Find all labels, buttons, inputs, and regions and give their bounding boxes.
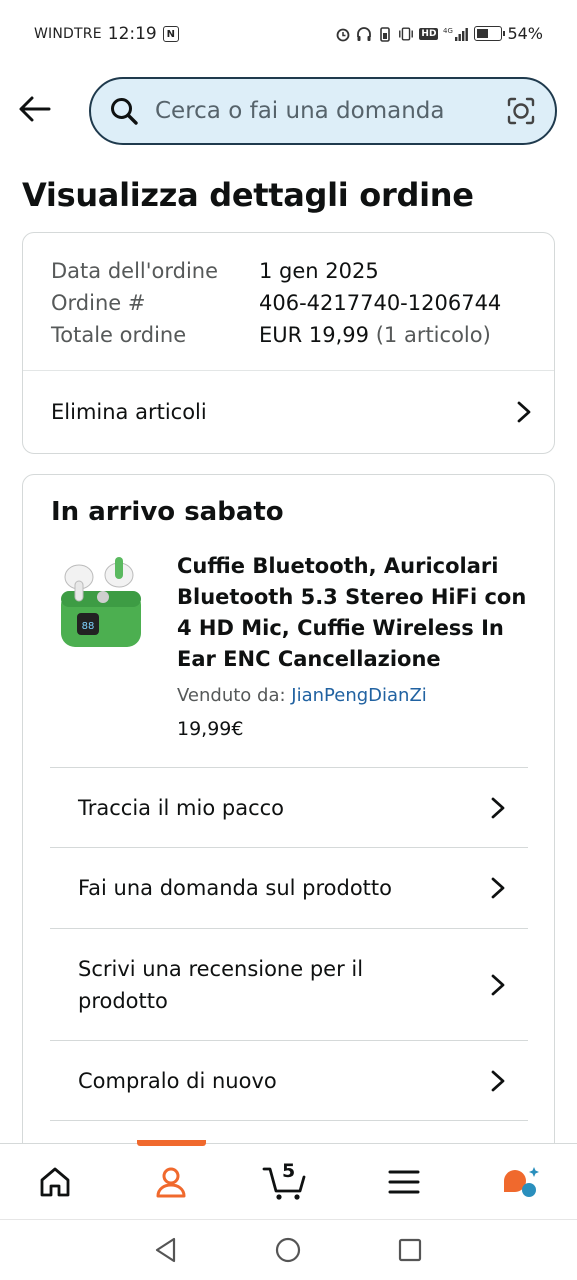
nav-menu[interactable] (382, 1162, 426, 1202)
product-image[interactable]: 88 (53, 551, 149, 655)
order-number-row: Ordine # 406-4217740-1206744 (51, 287, 501, 319)
shipment-card: In arrivo sabato 88 Cuffie Bluetooth, Au… (22, 474, 555, 1164)
nav-cart[interactable]: 5 (262, 1160, 310, 1202)
system-navigation-bar (0, 1219, 577, 1280)
alarm-icon (335, 26, 351, 42)
buy-again-row[interactable]: Compralo di nuovo (50, 1040, 528, 1121)
home-icon (40, 1167, 70, 1197)
buy-again-label: Compralo di nuovo (78, 1068, 277, 1093)
order-total-label: Totale ordine (51, 323, 187, 347)
order-number-value: 406-4217740-1206744 (259, 291, 502, 315)
cart-count: 5 (282, 1160, 296, 1182)
chevron-right-icon (491, 797, 505, 818)
battery-percent: 54% (507, 24, 543, 43)
status-right: HD 4G 54% (335, 24, 543, 43)
ask-question-label: Fai una domanda sul prodotto (78, 876, 392, 900)
home-circle-icon[interactable] (274, 1236, 302, 1264)
shipment-title: In arrivo sabato (51, 497, 284, 527)
product-price: 19,99€ (177, 718, 244, 740)
seller-info: Venduto da: JianPengDianZi (177, 685, 427, 706)
product-title[interactable]: Cuffie Bluetooth, Auricolari Bluetooth 5… (177, 551, 532, 675)
order-summary-card: Data dell'ordine 1 gen 2025 Ordine # 406… (22, 232, 555, 454)
order-date-row: Data dell'ordine 1 gen 2025 (51, 255, 501, 287)
order-info: Data dell'ordine 1 gen 2025 Ordine # 406… (51, 255, 501, 351)
battery-icon (474, 26, 506, 41)
ask-question-row[interactable]: Fai una domanda sul prodotto (50, 847, 528, 928)
hd-badge: HD (419, 27, 439, 40)
order-total-row: Totale ordine EUR 19,99 (1 articolo) (51, 319, 501, 351)
nfc-icon: N (162, 26, 179, 42)
carrier-name: WINDTRE (34, 26, 102, 42)
nav-rufus[interactable] (498, 1162, 542, 1202)
recents-square-icon[interactable] (396, 1236, 424, 1264)
chevron-right-icon (491, 974, 505, 995)
svg-text:88: 88 (82, 621, 95, 632)
vibrate-icon (398, 26, 414, 42)
seller-label: Venduto da: (177, 685, 286, 706)
search-bar[interactable]: Cerca o fai una domanda (89, 77, 557, 145)
delete-items-label: Elimina articoli (51, 400, 207, 424)
nav-account[interactable] (149, 1162, 193, 1202)
order-total-value: EUR 19,99 (1 articolo) (259, 319, 491, 351)
back-arrow-icon[interactable] (18, 94, 52, 124)
write-review-row[interactable]: Scrivi una recensione per il prodotto (50, 928, 528, 1040)
order-date-label: Data dell'ordine (51, 259, 219, 283)
account-icon (156, 1167, 186, 1198)
rufus-icon (504, 1167, 539, 1197)
nav-home[interactable] (33, 1162, 77, 1202)
search-icon (111, 98, 138, 125)
status-left: WINDTRE 12:19 N (34, 24, 179, 44)
status-bar: WINDTRE 12:19 N HD 4G 54% (0, 0, 577, 72)
chevron-right-icon (517, 401, 531, 423)
chevron-right-icon (491, 1070, 505, 1091)
write-review-label: Scrivi una recensione per il prodotto (78, 956, 364, 1013)
order-number-label: Ordine # (51, 291, 146, 315)
bottom-navigation: 5 (0, 1140, 577, 1219)
menu-icon (388, 1170, 420, 1194)
battery-fill (477, 29, 489, 38)
signal-icon: 4G (443, 26, 469, 42)
battery-saver-icon (377, 26, 393, 42)
back-triangle-icon[interactable] (152, 1236, 180, 1264)
headphones-icon (356, 26, 372, 42)
seller-link[interactable]: JianPengDianZi (291, 685, 427, 706)
page-title: Visualizza dettagli ordine (22, 176, 474, 214)
search-input[interactable]: Cerca o fai una domanda (155, 98, 505, 124)
delete-items-row[interactable]: Elimina articoli (23, 371, 554, 453)
camera-lens-icon[interactable] (505, 95, 537, 127)
order-item-count: (1 articolo) (375, 323, 491, 347)
track-package-row[interactable]: Traccia il mio pacco (50, 767, 528, 847)
chevron-right-icon (491, 877, 505, 899)
order-total-amount: EUR 19,99 (259, 323, 370, 347)
clock: 12:19 (107, 24, 157, 44)
order-date-value: 1 gen 2025 (259, 259, 379, 283)
svg-text:4G: 4G (443, 27, 453, 35)
active-tab-indicator (137, 1140, 206, 1146)
track-package-label: Traccia il mio pacco (78, 795, 285, 820)
action-list: Traccia il mio pacco Fai una domanda sul… (50, 767, 528, 1121)
